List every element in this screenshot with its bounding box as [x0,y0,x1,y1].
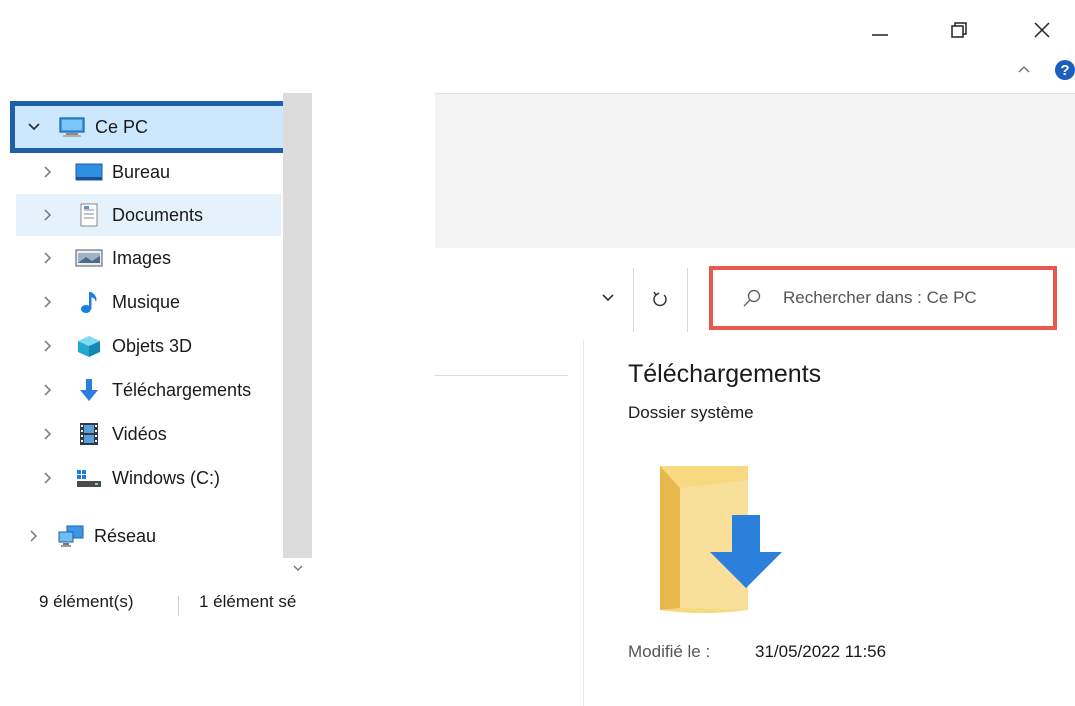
collapse-ribbon-button[interactable] [1015,60,1033,78]
nav-item-label: Ce PC [95,116,149,137]
nav-item-windows-c[interactable]: Windows (C:) [16,457,281,499]
chevron-right-icon [24,529,44,543]
restore-button[interactable] [937,12,981,48]
address-separator [633,268,634,332]
column-header-line [435,375,568,376]
nav-item-label: Téléchargements [112,379,252,400]
nav-scroll-down-button[interactable] [283,558,312,578]
refresh-button[interactable] [648,287,672,311]
preview-subtitle: Dossier système [628,403,754,422]
close-icon [1034,22,1050,38]
nav-scrollbar-track[interactable] [283,93,312,558]
address-separator-2 [687,268,688,332]
nav-item-label: Bureau [112,161,171,182]
nav-item-label: Windows (C:) [112,467,221,488]
status-separator [178,596,179,616]
chevron-down-icon [602,294,614,302]
nav-item-label: Musique [112,291,181,312]
status-item-count: 9 élément(s) [39,592,134,611]
music-icon [74,290,104,314]
chevron-up-icon [1018,65,1030,73]
drive-icon [74,466,104,490]
chevron-down-icon [293,565,302,571]
chevron-right-icon [38,208,58,222]
chevron-right-icon [38,383,58,397]
chevron-expanded-icon [27,122,47,132]
preview-modified-label: Modifié le : [628,642,711,661]
images-icon [74,246,104,270]
chevron-right-icon [38,471,58,485]
chevron-right-icon [38,339,58,353]
status-selected: 1 élément sé [199,592,297,611]
nav-item-label: Réseau [94,525,157,546]
downloads-folder-icon [652,460,802,620]
preview-pane-separator[interactable] [583,340,584,706]
close-button[interactable] [1020,12,1064,48]
nav-item-label: Documents [112,204,204,225]
network-icon [56,524,86,548]
refresh-icon [653,291,667,307]
desktop-icon [74,160,104,184]
minimize-button[interactable] [858,12,902,48]
nav-item-musique[interactable]: Musique [16,281,281,323]
chevron-right-icon [38,165,58,179]
objects3d-icon [74,334,104,358]
documents-icon [74,203,104,227]
ribbon [435,93,1075,248]
nav-item-telechargements[interactable]: Téléchargements [16,369,281,411]
preview-modified-value: 31/05/2022 11:56 [755,642,887,661]
chevron-right-icon [38,427,58,441]
nav-item-videos[interactable]: Vidéos [16,413,281,455]
nav-item-label: Vidéos [112,423,167,444]
chevron-right-icon [38,251,58,265]
videos-icon [74,422,104,446]
chevron-right-icon [38,295,58,309]
nav-item-images[interactable]: Images [16,237,281,279]
help-label: ? [1060,61,1070,79]
nav-item-objets-3d[interactable]: Objets 3D [16,325,281,367]
nav-item-label: Images [112,247,172,268]
nav-item-label: Objets 3D [112,335,193,356]
search-input[interactable]: Rechercher dans : Ce PC [783,288,977,308]
restore-icon [951,22,967,38]
search-box[interactable]: Rechercher dans : Ce PC [709,266,1057,330]
nav-item-documents[interactable]: Documents [16,194,281,236]
address-dropdown-button[interactable] [598,288,618,308]
preview-title: Téléchargements [628,360,822,388]
downloads-icon [74,378,104,402]
help-button[interactable]: ? [1055,60,1075,80]
nav-item-ce-pc[interactable]: Ce PC [10,101,290,153]
computer-icon [57,115,87,139]
nav-item-reseau[interactable]: Réseau [0,515,265,557]
search-icon [743,289,761,307]
minimize-icon [872,34,888,36]
nav-item-bureau[interactable]: Bureau [16,151,281,193]
